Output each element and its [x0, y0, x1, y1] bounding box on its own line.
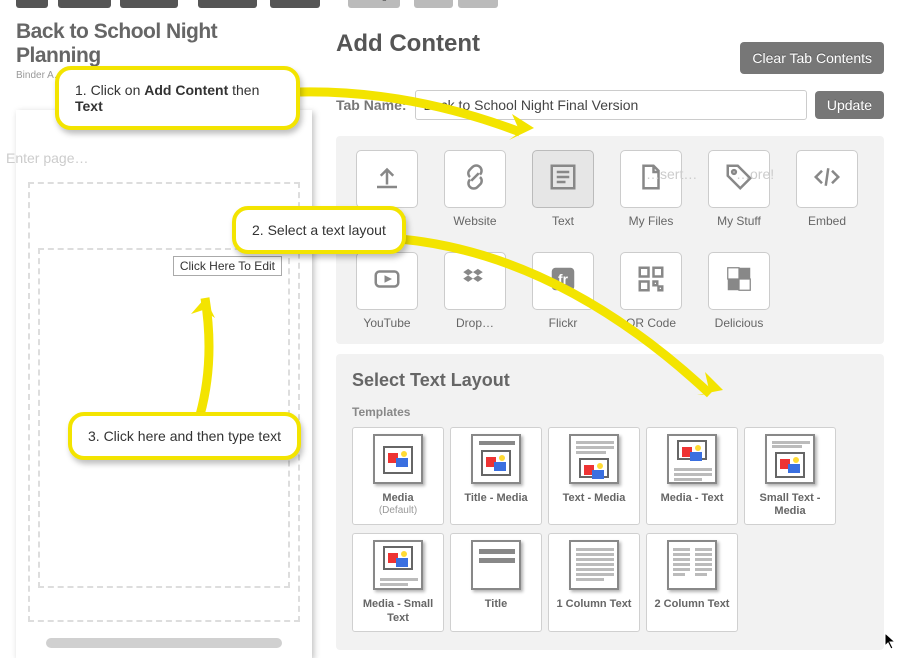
svg-text:fr: fr	[558, 272, 569, 287]
template-label: Text - Media	[553, 492, 635, 505]
templates-title: Select Text Layout	[352, 370, 868, 391]
callout-1: 1. Click on Add Content then Text	[55, 66, 300, 130]
type-youtube[interactable]: YouTube	[352, 252, 422, 330]
type-label: Flickr	[528, 316, 598, 330]
type-myfiles[interactable]: My Files	[616, 150, 686, 228]
type-label: YouTube	[352, 316, 422, 330]
templates-subtitle: Templates	[352, 405, 868, 419]
type-label: QR Code	[616, 316, 686, 330]
template-media[interactable]: Media (Default)	[352, 427, 444, 525]
template-label: Small Text - Media	[749, 492, 831, 518]
type-label: Text	[528, 214, 598, 228]
code-icon	[812, 162, 842, 197]
callout-2: 2. Select a text layout	[232, 206, 406, 254]
type-delicious[interactable]: Delicious	[704, 252, 774, 330]
template-title-media[interactable]: Title - Media	[450, 427, 542, 525]
template-media-text[interactable]: Media - Text	[646, 427, 738, 525]
click-to-edit-button[interactable]: Click Here To Edit	[173, 256, 282, 276]
type-mystuff[interactable]: My Stuff	[704, 150, 774, 228]
callout-text: 3. Click here and then type text	[88, 428, 281, 444]
qrcode-icon	[636, 264, 666, 299]
type-label: My Stuff	[704, 214, 774, 228]
add-content-title: Add Content	[336, 30, 480, 58]
flickr-icon: fr	[548, 264, 578, 299]
editor-canvas: Enter page… Click Here To Edit	[16, 110, 312, 658]
type-label: Embed	[792, 214, 862, 228]
type-qrcode[interactable]: QR Code	[616, 252, 686, 330]
basetab-button[interactable]: Base Tab	[120, 0, 178, 8]
tab-name-label: Tab Name:	[336, 97, 407, 113]
link-icon	[460, 162, 490, 197]
update-button[interactable]: Update	[815, 91, 884, 119]
type-label: Website	[440, 214, 510, 228]
template-label: 2 Column Text	[651, 598, 733, 611]
template-1col[interactable]: 1 Column Text	[548, 533, 640, 631]
dropbox-icon	[460, 264, 490, 299]
type-flickr[interactable]: fr Flickr	[528, 252, 598, 330]
delicious-icon	[724, 264, 754, 299]
type-label: My Files	[616, 214, 686, 228]
template-label: Title - Media	[455, 492, 537, 505]
movetab-button[interactable]: Move Tab	[198, 0, 257, 8]
subtab-button[interactable]: Sub Tab	[58, 0, 111, 8]
youtube-icon	[372, 264, 402, 299]
template-label: Media	[357, 492, 439, 505]
type-label: Delicious	[704, 316, 774, 330]
template-label: 1 Column Text	[553, 598, 635, 611]
template-label: Media - Small Text	[357, 598, 439, 624]
cursor-icon	[884, 632, 898, 650]
template-2col[interactable]: 2 Column Text	[646, 533, 738, 631]
template-label: Media - Text	[651, 492, 733, 505]
templates-panel: Select Text Layout Templates Media (Defa…	[336, 354, 884, 650]
callout-3: 3. Click here and then type text	[68, 412, 301, 460]
horizontal-scrollbar[interactable]	[46, 638, 282, 648]
type-text[interactable]: Text	[528, 150, 598, 228]
template-media-smalltext[interactable]: Media - Small Text	[352, 533, 444, 631]
callout-text: Text	[75, 98, 103, 114]
file-icon	[636, 162, 666, 197]
page-title: Back to School Night Planning	[16, 20, 306, 68]
tab-button[interactable]: Tab	[16, 0, 48, 8]
type-embed[interactable]: Embed	[792, 150, 862, 228]
conn-button[interactable]: Conn…	[270, 0, 320, 8]
template-label: Title	[455, 598, 537, 611]
type-website[interactable]: Website	[440, 150, 510, 228]
content-types-panel: …sert… …ore! Upload Website Text	[336, 136, 884, 344]
ghost-text: Enter page…	[6, 150, 89, 166]
clear-tab-contents-button[interactable]: Clear Tab Contents	[740, 42, 884, 74]
callout-text: 1. Click on	[75, 82, 144, 98]
template-sublabel: (Default)	[357, 505, 439, 516]
type-label: Drop…	[440, 316, 510, 330]
template-text-media[interactable]: Text - Media	[548, 427, 640, 525]
type-dropbox[interactable]: Drop…	[440, 252, 510, 330]
template-title[interactable]: Title	[450, 533, 542, 631]
callout-text: then	[228, 82, 259, 98]
tag-icon	[724, 162, 754, 197]
upload-icon	[372, 162, 402, 197]
callout-text: 2. Select a text layout	[252, 222, 386, 238]
template-smalltext-media[interactable]: Small Text - Media	[744, 427, 836, 525]
callout-text: Add Content	[144, 82, 228, 98]
tab-name-input[interactable]	[415, 90, 807, 120]
text-icon	[548, 162, 578, 197]
